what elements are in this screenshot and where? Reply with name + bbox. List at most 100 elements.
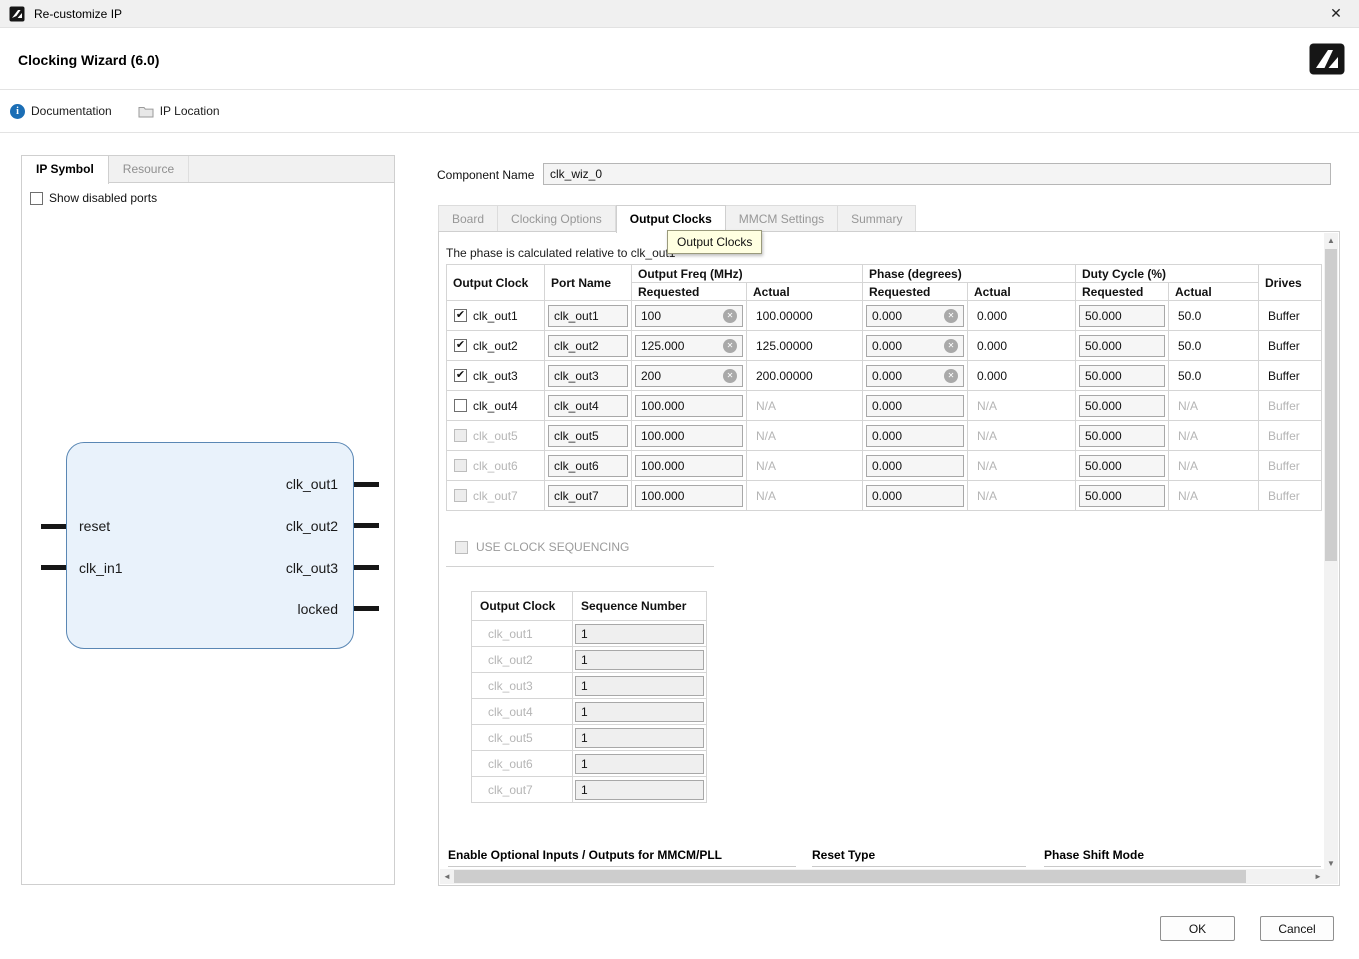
- scroll-left-icon[interactable]: ◄: [440, 869, 454, 883]
- clear-icon[interactable]: [944, 309, 958, 323]
- sequence-number-value: 1: [581, 783, 588, 797]
- tab-resource[interactable]: Resource: [109, 156, 189, 182]
- cancel-button[interactable]: Cancel: [1260, 916, 1334, 941]
- duty-requested-value: 50.000: [1085, 429, 1122, 443]
- clear-icon[interactable]: [723, 339, 737, 353]
- duty-requested-input[interactable]: 50.000: [1079, 305, 1165, 327]
- tab-output-clocks[interactable]: Output Clocks: [616, 205, 726, 233]
- freq-requested-input[interactable]: 100.000: [635, 455, 743, 477]
- clk-out4-checkbox[interactable]: [454, 399, 467, 412]
- clk-out3-checkbox[interactable]: [454, 369, 467, 382]
- component-name-input[interactable]: clk_wiz_0: [543, 163, 1331, 185]
- clear-icon[interactable]: [944, 369, 958, 383]
- freq-requested-input[interactable]: 200: [635, 365, 743, 387]
- phase-requested-input[interactable]: 0.000: [866, 485, 964, 507]
- freq-actual-value: 125.00000: [750, 339, 813, 353]
- freq-requested-input[interactable]: 100.000: [635, 485, 743, 507]
- sequence-number-value: 1: [581, 731, 588, 745]
- freq-actual-value: N/A: [750, 399, 776, 413]
- port-name-input[interactable]: clk_out4: [548, 395, 628, 417]
- horizontal-scrollbar-thumb[interactable]: [454, 870, 1246, 883]
- clk-out1-checkbox[interactable]: [454, 309, 467, 322]
- freq-actual-value: 200.00000: [750, 369, 813, 383]
- phase-requested-input[interactable]: 0.000: [866, 365, 964, 387]
- output-clocks-tab-content: The phase is calculated relative to clk_…: [438, 231, 1340, 886]
- port-name-input[interactable]: clk_out7: [548, 485, 628, 507]
- clk-out3-port-stub: [354, 565, 379, 570]
- port-name-input[interactable]: clk_out1: [548, 305, 628, 327]
- tab-ip-symbol[interactable]: IP Symbol: [22, 156, 109, 184]
- phase-actual-value: 0.000: [971, 369, 1007, 383]
- seq-col-header-sequence-number: Sequence Number: [573, 592, 707, 621]
- freq-requested-input[interactable]: 100.000: [635, 395, 743, 417]
- port-name-input[interactable]: clk_out5: [548, 425, 628, 447]
- drives-value: Buffer: [1262, 339, 1300, 353]
- duty-requested-input[interactable]: 50.000: [1079, 485, 1165, 507]
- phase-requested-input[interactable]: 0.000: [866, 425, 964, 447]
- documentation-button[interactable]: i Documentation: [10, 104, 112, 119]
- sequence-number-input: 1: [575, 702, 704, 722]
- section-reset-type-divider: [812, 866, 1026, 867]
- duty-requested-input[interactable]: 50.000: [1079, 425, 1165, 447]
- phase-requested-input[interactable]: 0.000: [866, 455, 964, 477]
- clear-icon[interactable]: [723, 309, 737, 323]
- col-header-port-name: Port Name: [545, 265, 632, 301]
- freq-requested-input[interactable]: 100.000: [635, 425, 743, 447]
- component-name-label: Component Name: [437, 168, 534, 182]
- sequence-number-input: 1: [575, 650, 704, 670]
- freq-requested-input[interactable]: 125.000: [635, 335, 743, 357]
- port-name-value: clk_out3: [554, 369, 599, 383]
- clk-out1-port-stub: [354, 482, 379, 487]
- tab-summary[interactable]: Summary: [838, 205, 916, 232]
- duty-requested-input[interactable]: 50.000: [1079, 335, 1165, 357]
- duty-actual-value: N/A: [1172, 489, 1198, 503]
- output-clock-label: clk_out1: [473, 309, 518, 323]
- freq-requested-value: 100.000: [641, 489, 684, 503]
- show-disabled-ports-checkbox[interactable]: [30, 192, 43, 205]
- output-clock-label: clk_out5: [473, 429, 518, 443]
- phase-requested-input[interactable]: 0.000: [866, 395, 964, 417]
- tab-board[interactable]: Board: [438, 205, 498, 232]
- close-icon[interactable]: ✕: [1322, 5, 1350, 22]
- table-row: clk_out51: [472, 725, 707, 751]
- clk-out5-checkbox: [454, 429, 467, 442]
- port-label-clk-out2: clk_out2: [286, 518, 338, 534]
- port-name-input[interactable]: clk_out2: [548, 335, 628, 357]
- freq-requested-value: 200: [641, 369, 661, 383]
- table-row: clk_out6 clk_out6 100.000 N/A 0.000 N/A …: [447, 451, 1322, 481]
- port-name-value: clk_out4: [554, 399, 599, 413]
- sequence-number-input: 1: [575, 676, 704, 696]
- duty-requested-input[interactable]: 50.000: [1079, 455, 1165, 477]
- ip-location-button[interactable]: IP Location: [138, 104, 220, 118]
- scroll-down-icon[interactable]: ▼: [1324, 856, 1338, 870]
- col-header-duty-requested: Requested: [1076, 283, 1169, 301]
- freq-requested-input[interactable]: 100: [635, 305, 743, 327]
- output-clock-label: clk_out3: [473, 369, 518, 383]
- port-label-clk-in1: clk_in1: [79, 560, 123, 576]
- clear-icon[interactable]: [944, 339, 958, 353]
- show-disabled-ports-label: Show disabled ports: [49, 191, 157, 205]
- locked-port-stub: [354, 606, 379, 611]
- duty-requested-input[interactable]: 50.000: [1079, 395, 1165, 417]
- clk-out2-checkbox[interactable]: [454, 339, 467, 352]
- ok-button[interactable]: OK: [1160, 916, 1235, 941]
- freq-requested-value: 100.000: [641, 459, 684, 473]
- tab-mmcm-settings[interactable]: MMCM Settings: [726, 205, 838, 232]
- duty-requested-input[interactable]: 50.000: [1079, 365, 1165, 387]
- tab-clocking-options[interactable]: Clocking Options: [498, 205, 616, 232]
- phase-requested-input[interactable]: 0.000: [866, 335, 964, 357]
- ip-location-label: IP Location: [160, 104, 220, 118]
- duty-actual-value: 50.0: [1172, 339, 1201, 353]
- port-name-input[interactable]: clk_out3: [548, 365, 628, 387]
- phase-requested-input[interactable]: 0.000: [866, 305, 964, 327]
- vertical-scrollbar[interactable]: ▲ ▼: [1324, 233, 1338, 870]
- port-name-input[interactable]: clk_out6: [548, 455, 628, 477]
- horizontal-scrollbar[interactable]: ◄ ►: [440, 869, 1325, 884]
- clear-icon[interactable]: [723, 369, 737, 383]
- scroll-right-icon[interactable]: ►: [1311, 869, 1325, 883]
- section-phase-shift-mode: Phase Shift Mode: [1044, 848, 1144, 862]
- port-label-clk-out1: clk_out1: [286, 476, 338, 492]
- scroll-up-icon[interactable]: ▲: [1324, 233, 1338, 247]
- vertical-scrollbar-thumb[interactable]: [1325, 249, 1337, 561]
- reset-port-stub: [41, 524, 66, 529]
